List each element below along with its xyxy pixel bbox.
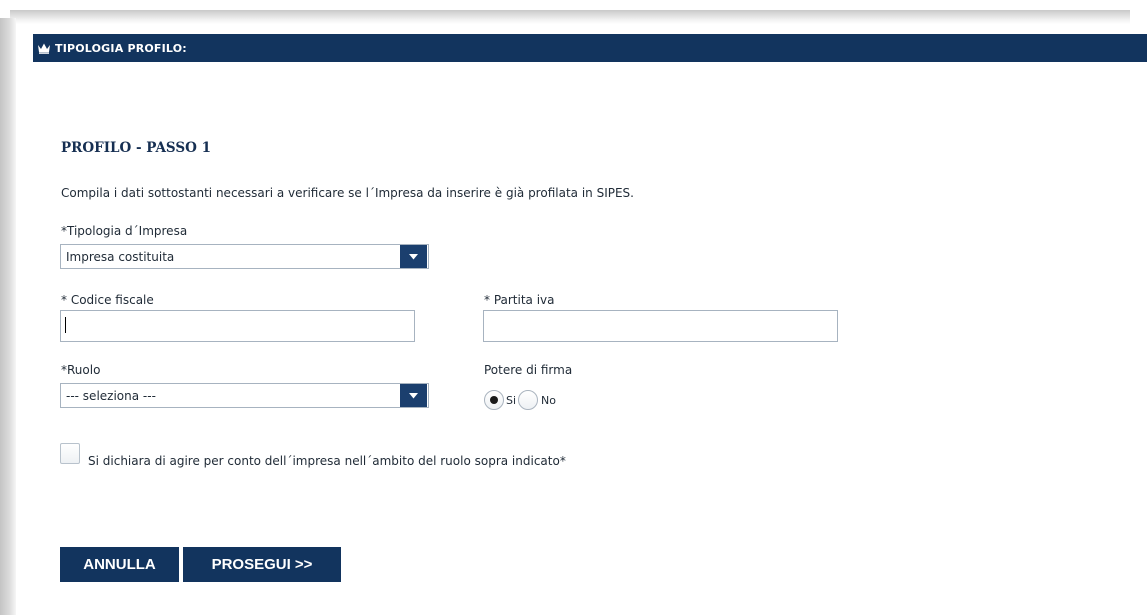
crown-icon (38, 43, 50, 54)
tipologia-label: *Tipologia d´Impresa (61, 224, 188, 238)
ruolo-select[interactable]: --- seleziona --- (60, 383, 429, 408)
annulla-button[interactable]: ANNULLA (60, 547, 179, 582)
ruolo-value: --- seleziona --- (66, 388, 156, 403)
intro-text: Compila i dati sottostanti necessari a v… (61, 186, 634, 200)
tipologia-dropdown-button[interactable] (400, 245, 427, 268)
prosegui-button[interactable]: PROSEGUI >> (183, 547, 341, 582)
ruolo-label: *Ruolo (61, 363, 101, 377)
partita-iva-label: * Partita iva (484, 293, 555, 307)
window-shadow-top (10, 10, 1130, 24)
chevron-down-icon (409, 253, 418, 259)
tipologia-value: Impresa costituita (66, 249, 175, 264)
step-title: PROFILO - PASSO 1 (61, 140, 211, 156)
codice-fiscale-label: * Codice fiscale (61, 293, 154, 307)
text-caret (65, 317, 66, 333)
partita-iva-input[interactable] (483, 310, 838, 342)
window-shadow-left (0, 18, 16, 615)
tipologia-select[interactable]: Impresa costituita (60, 244, 429, 269)
radio-no[interactable] (518, 390, 539, 410)
radio-si-label: Si (506, 393, 517, 407)
section-header: TIPOLOGIA PROFILO: (33, 34, 1147, 62)
dichiarazione-checkbox[interactable] (60, 443, 80, 464)
section-title: TIPOLOGIA PROFILO: (55, 41, 187, 55)
ruolo-dropdown-button[interactable] (400, 384, 427, 407)
potere-firma-label: Potere di firma (484, 363, 573, 377)
radio-no-label: No (541, 393, 557, 407)
chevron-down-icon (409, 392, 418, 398)
potere-firma-radio-group: Si No (484, 390, 558, 410)
radio-si[interactable] (484, 390, 504, 410)
radio-selected-dot (490, 396, 498, 404)
dichiarazione-label: Si dichiara di agire per conto dell´impr… (88, 454, 566, 468)
codice-fiscale-input[interactable] (60, 310, 415, 342)
